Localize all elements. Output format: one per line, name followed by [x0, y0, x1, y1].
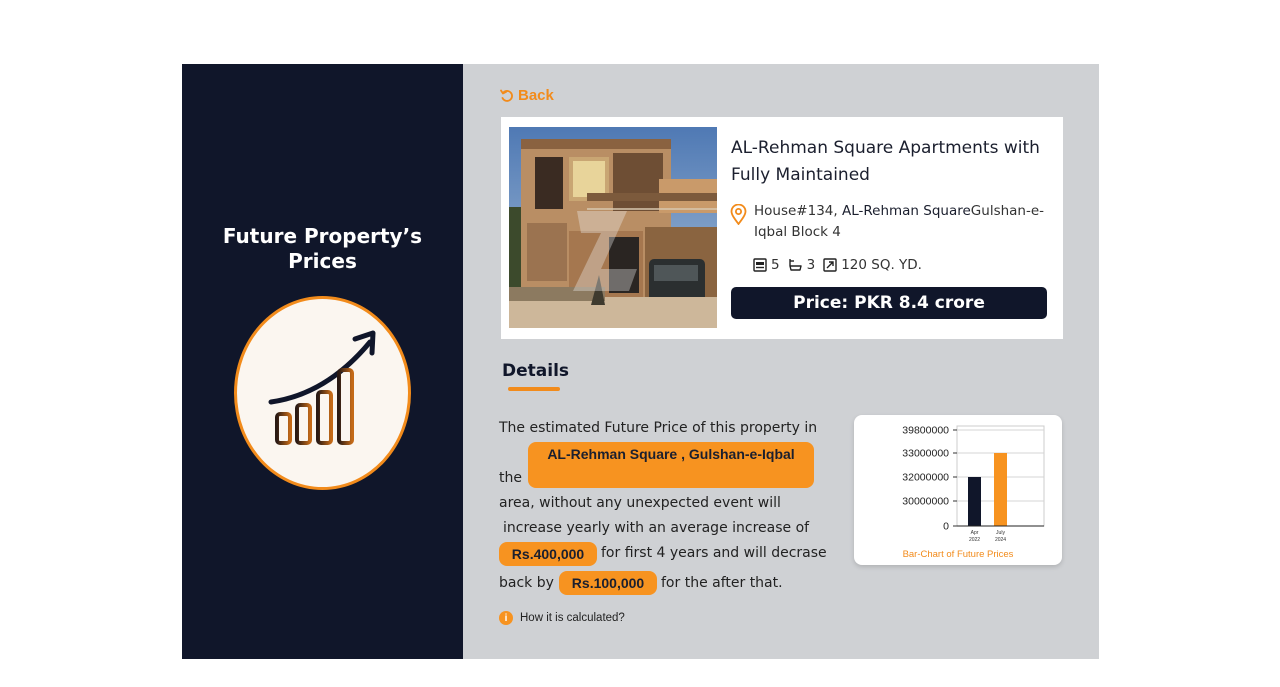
details-heading: Details — [502, 361, 570, 381]
address-highlight: AL-Rehman Square — [841, 203, 971, 219]
growth-chart-icon — [234, 296, 411, 490]
back-link[interactable]: Back — [500, 87, 554, 104]
chart-y-tick-label: 39800000 — [902, 425, 949, 437]
left-panel: Future Property’s Prices — [182, 64, 463, 659]
location-highlight: AL-Rehman Square , Gulshan-e-Iqbal — [528, 442, 814, 488]
chart-x-tick-label: 2024 — [995, 537, 1006, 543]
how-calculated-label: How it is calculated? — [520, 612, 625, 624]
future-price-chart: 39800000 33000000 32000000 30000000 0 Apr 2022… — [854, 415, 1062, 565]
area-icon — [823, 258, 837, 272]
info-icon: i — [499, 611, 513, 625]
chart-bar — [994, 453, 1007, 526]
chart-x-tick-label: July — [996, 530, 1005, 536]
chart-caption: Bar-Chart of Future Prices — [902, 549, 1014, 560]
back-label: Back — [518, 87, 554, 104]
how-calculated-link[interactable]: i How it is calculated? — [499, 611, 625, 625]
beds-feature: 5 — [753, 257, 780, 273]
property-card[interactable]: AL-Rehman Square Apartments with Fully M… — [501, 117, 1063, 339]
details-line-6-suffix: for the after that. — [661, 575, 783, 591]
property-photo — [509, 127, 717, 328]
chart-bar — [968, 477, 981, 526]
details-line-4: increase yearly with an average increase… — [503, 520, 810, 536]
chart-y-tick-label: 32000000 — [902, 472, 949, 484]
baths-feature: 3 — [788, 257, 816, 273]
property-features: 5 3 120 SQ. YD. — [753, 257, 926, 273]
chart-y-tick-label: 0 — [943, 521, 949, 533]
price-badge: Price: PKR 8.4 crore — [731, 287, 1047, 319]
location-pin-icon — [730, 204, 747, 225]
details-line-1: The estimated Future Price of this prope… — [499, 420, 818, 436]
chart-x-tick-label: Apr — [971, 530, 979, 536]
property-title: AL-Rehman Square Apartments with Fully M… — [731, 138, 1040, 185]
page-frame: Future Property’s Prices Back AL-Rehman … — [182, 64, 1099, 659]
left-panel-title: Future Property’s Prices — [222, 224, 423, 273]
increase-amount-badge: Rs.400,000 — [499, 542, 597, 566]
property-address: House#134, AL-Rehman SquareGulshan-e-Iqb… — [754, 201, 1054, 243]
chart-x-tick-label: 2022 — [969, 537, 980, 543]
baths-count: 3 — [806, 257, 816, 273]
details-line-3: area, without any unexpected event will — [499, 495, 781, 511]
area-feature: 120 SQ. YD. — [823, 257, 922, 273]
decrease-amount-badge: Rs.100,000 — [559, 571, 657, 595]
address-prefix: House#134, — [754, 203, 842, 219]
bar-chart: 39800000 33000000 32000000 30000000 0 Apr2022… — [902, 425, 1045, 543]
right-panel: Back AL-Rehman Square Apartments with Fu… — [463, 64, 1099, 659]
chart-y-tick-label: 30000000 — [902, 496, 949, 508]
beds-count: 5 — [771, 257, 780, 273]
undo-icon — [500, 89, 513, 102]
area-value: 120 SQ. YD. — [841, 257, 922, 273]
bath-icon — [788, 259, 802, 271]
chart-y-tick-label: 33000000 — [902, 448, 949, 460]
bed-icon — [753, 258, 767, 272]
details-underline — [508, 387, 560, 391]
